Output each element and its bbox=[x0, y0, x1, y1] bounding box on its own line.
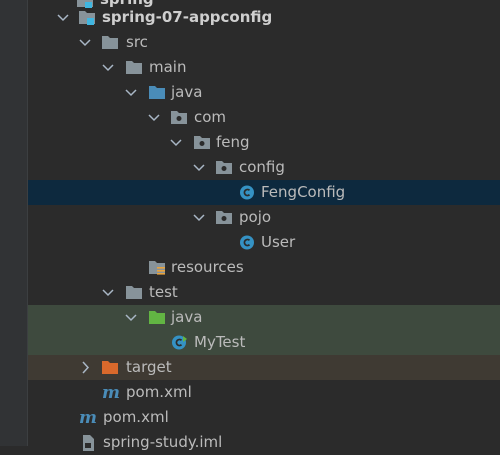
tree-row-main[interactable]: main bbox=[28, 55, 500, 80]
chevron-down-icon[interactable] bbox=[169, 130, 183, 155]
folder-icon bbox=[101, 30, 119, 55]
tree-item-label: com bbox=[194, 108, 227, 126]
tree-item-label: config bbox=[239, 158, 285, 176]
tree-row-java-test[interactable]: java bbox=[28, 305, 500, 330]
package-icon bbox=[215, 155, 233, 180]
project-tree: spring spring-07-appconfig src main bbox=[28, 0, 500, 451]
maven-icon: m bbox=[79, 405, 97, 430]
tree-row-mytest[interactable]: MyTest bbox=[28, 330, 500, 355]
chevron-down-icon[interactable] bbox=[56, 5, 70, 30]
tree-row-feng[interactable]: feng bbox=[28, 130, 500, 155]
chevron-down-icon[interactable] bbox=[101, 55, 115, 80]
chevron-down-icon[interactable] bbox=[192, 155, 206, 180]
tree-item-label: pom.xml bbox=[103, 408, 169, 426]
tree-row-resources[interactable]: resources bbox=[28, 255, 500, 280]
tree-item-label: src bbox=[126, 33, 148, 51]
package-icon bbox=[215, 205, 233, 230]
tree-item-label: test bbox=[149, 283, 178, 301]
tree-row-pojo[interactable]: pojo bbox=[28, 205, 500, 230]
tree-item-label: User bbox=[261, 233, 296, 251]
tree-item-label: target bbox=[126, 358, 172, 376]
tree-item-label: pojo bbox=[239, 208, 272, 226]
tree-row-iml[interactable]: spring-study.iml bbox=[28, 430, 500, 455]
class-icon bbox=[238, 180, 256, 205]
svg-text:m: m bbox=[79, 408, 97, 428]
chevron-down-icon[interactable] bbox=[147, 105, 161, 130]
iml-file-icon bbox=[79, 430, 97, 455]
module-folder-icon bbox=[78, 5, 96, 30]
tree-row-config[interactable]: config bbox=[28, 155, 500, 180]
tree-row-pom-root[interactable]: m pom.xml bbox=[28, 405, 500, 430]
tree-row-src[interactable]: src bbox=[28, 30, 500, 55]
chevron-down-icon[interactable] bbox=[124, 80, 138, 105]
chevron-down-icon[interactable] bbox=[124, 305, 138, 330]
left-gutter bbox=[0, 0, 28, 446]
tree-item-label: FengConfig bbox=[261, 183, 346, 201]
chevron-right-icon[interactable] bbox=[78, 355, 92, 380]
test-root-folder-icon bbox=[148, 305, 166, 330]
tree-row-spring-07-appconfig[interactable]: spring-07-appconfig bbox=[28, 5, 500, 30]
tree-item-label: resources bbox=[171, 258, 244, 276]
tree-row-pom-module[interactable]: m pom.xml bbox=[28, 380, 500, 405]
resources-folder-icon bbox=[148, 255, 166, 280]
tree-item-label: java bbox=[171, 308, 203, 326]
tree-item-label: feng bbox=[216, 133, 250, 151]
package-icon bbox=[193, 130, 211, 155]
chevron-down-icon[interactable] bbox=[78, 30, 92, 55]
class-icon bbox=[238, 230, 256, 255]
tree-row-com[interactable]: com bbox=[28, 105, 500, 130]
folder-icon bbox=[125, 280, 143, 305]
tree-row-java-main[interactable]: java bbox=[28, 80, 500, 105]
tree-row-fengconfig[interactable]: FengConfig bbox=[28, 180, 500, 205]
test-class-icon bbox=[170, 330, 188, 355]
tree-item-label: spring-07-appconfig bbox=[102, 8, 273, 26]
tree-item-label: spring-study.iml bbox=[103, 433, 223, 451]
tree-item-label: java bbox=[171, 83, 203, 101]
tree-row-test[interactable]: test bbox=[28, 280, 500, 305]
chevron-down-icon[interactable] bbox=[192, 205, 206, 230]
package-icon bbox=[170, 105, 188, 130]
svg-text:m: m bbox=[102, 383, 120, 403]
chevron-down-icon[interactable] bbox=[101, 280, 115, 305]
excluded-folder-icon bbox=[101, 355, 119, 380]
source-root-folder-icon bbox=[148, 80, 166, 105]
tree-item-label: main bbox=[149, 58, 187, 76]
maven-icon: m bbox=[102, 380, 120, 405]
tree-row-user[interactable]: User bbox=[28, 230, 500, 255]
tree-item-label: pom.xml bbox=[126, 383, 192, 401]
tree-row-target[interactable]: target bbox=[28, 355, 500, 380]
folder-icon bbox=[125, 55, 143, 80]
tree-item-label: MyTest bbox=[194, 333, 246, 351]
